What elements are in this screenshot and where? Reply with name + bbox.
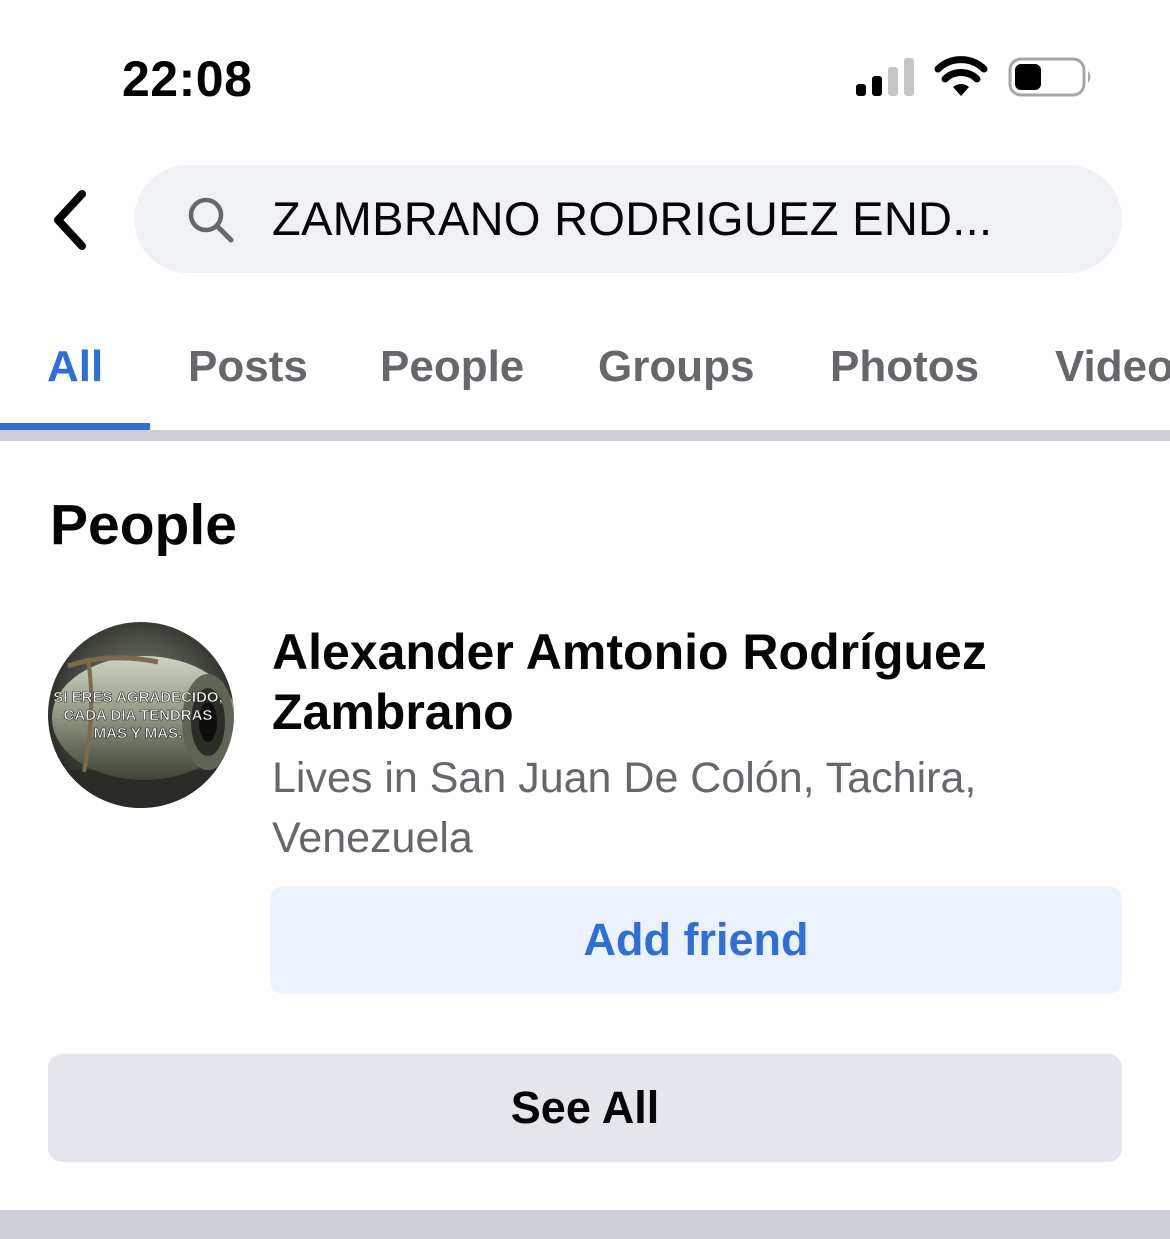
active-tab-indicator [0,423,150,430]
see-all-button[interactable]: See All [48,1054,1122,1162]
avatar-text-line-2: CADA DIA TENDRAS [64,707,213,724]
tab-posts[interactable]: Posts [188,342,308,392]
avatar-image: SI ERES AGRADECIDO, CADA DIA TENDRAS MAS… [48,622,234,808]
tab-videos[interactable]: Videos [1055,342,1170,392]
avatar-text-line-1: SI ERES AGRADECIDO, [53,689,222,706]
battery-icon [1008,57,1091,97]
wifi-icon [934,56,988,96]
tab-groups[interactable]: Groups [598,342,754,392]
search-input[interactable]: ZAMBRANO RODRIGUEZ END... [134,165,1122,273]
section-divider-bottom [0,1210,1170,1239]
search-filter-tabs: All Posts People Groups Photos Videos [0,318,1170,430]
back-button[interactable] [46,188,96,252]
cellular-signal-icon [856,58,914,96]
person-name[interactable]: Alexander Amtonio Rodríguez Zambrano [272,622,1112,742]
section-divider [0,430,1170,441]
tab-photos[interactable]: Photos [830,342,979,392]
status-bar: 22:08 [0,0,1170,150]
person-location: Lives in San Juan De Colón, Tachira, Ven… [272,754,977,862]
section-title-people: People [50,493,237,557]
tab-people[interactable]: People [380,342,524,392]
avatar[interactable]: SI ERES AGRADECIDO, CADA DIA TENDRAS MAS… [48,622,234,808]
search-icon [188,197,234,243]
search-query-text[interactable]: ZAMBRANO RODRIGUEZ END... [272,191,992,246]
status-time: 22:08 [122,51,253,107]
tab-all[interactable]: All [47,342,103,392]
chevron-left-icon [54,190,86,250]
avatar-text-line-3: MAS Y MAS. [94,725,183,742]
add-friend-button[interactable]: Add friend [270,886,1122,994]
